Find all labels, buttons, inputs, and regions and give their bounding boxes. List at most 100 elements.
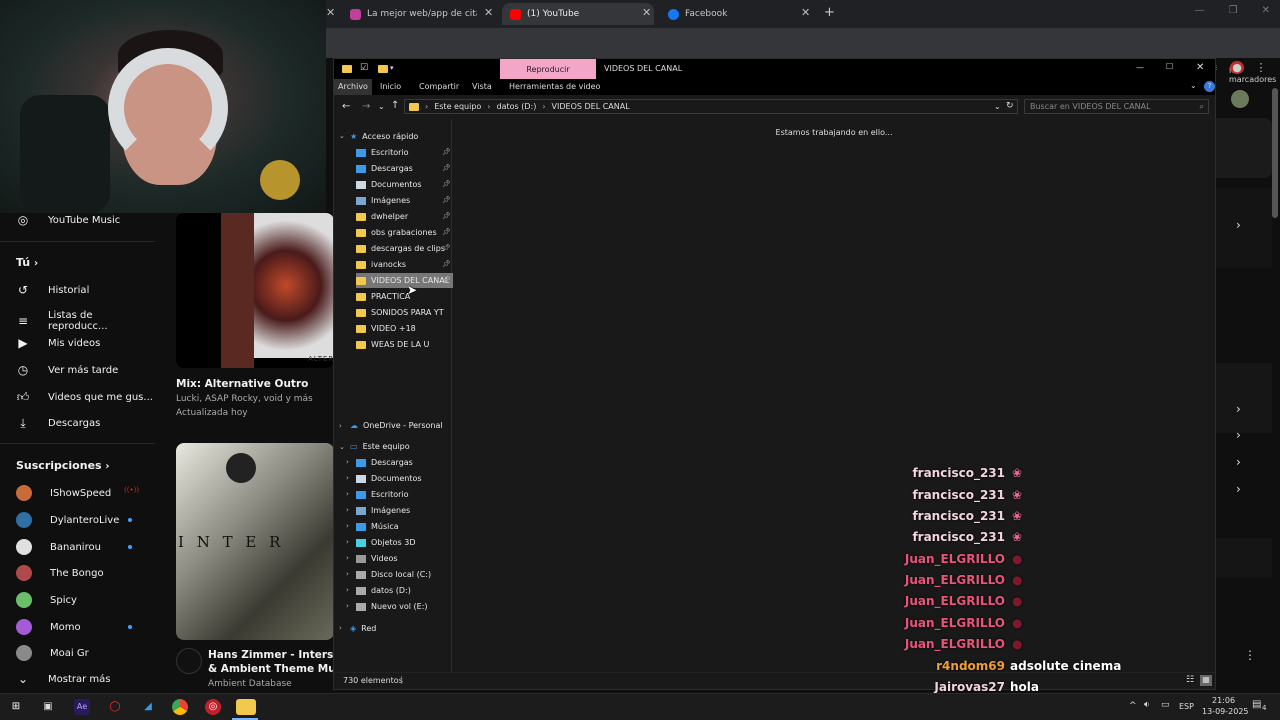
- nav-pc-item[interactable]: Imágenes: [356, 503, 410, 518]
- video-thumbnail[interactable]: ALTER: [176, 213, 334, 368]
- chevron-right-icon[interactable]: ›: [339, 422, 342, 430]
- file-list-pane[interactable]: Estamos trabajando en ello...: [453, 119, 1215, 674]
- chevron-right-icon[interactable]: ›: [339, 624, 342, 632]
- after-effects-icon[interactable]: Ae: [74, 699, 90, 715]
- chevron-right-icon[interactable]: ›: [346, 586, 349, 594]
- new-folder-icon[interactable]: [378, 65, 388, 73]
- nav-quick-item[interactable]: Escritorio: [356, 145, 409, 160]
- search-input[interactable]: Buscar en VIDEOS DEL CANAL ⌕: [1024, 99, 1209, 114]
- maximize-icon[interactable]: ❐: [1229, 5, 1238, 16]
- sidebar-item-youtube-music[interactable]: ◎ YouTube Music: [16, 213, 121, 227]
- video-thumbnail[interactable]: I N T E R: [176, 443, 334, 640]
- nav-pc-item[interactable]: Nuevo vol (E:): [356, 599, 428, 614]
- scrollbar[interactable]: [1272, 88, 1278, 218]
- properties-icon[interactable]: ☑: [360, 63, 368, 73]
- windows-start-icon[interactable]: ⊞: [8, 699, 24, 715]
- pin-icon[interactable]: 📌︎: [442, 244, 451, 252]
- chevron-right-icon[interactable]: ›: [1236, 402, 1241, 416]
- sidebar-item-liked[interactable]: 👍︎ Videos que me gus...: [16, 390, 153, 404]
- close-icon[interactable]: ✕: [1196, 62, 1204, 73]
- close-icon[interactable]: ✕: [642, 6, 651, 19]
- nav-quick-item[interactable]: SONIDOS PARA YT: [356, 305, 444, 320]
- sidebar-item-sub[interactable]: The Bongo: [16, 565, 104, 581]
- chevron-right-icon[interactable]: ›: [346, 458, 349, 466]
- ribbon-tab-inicio[interactable]: Inicio: [380, 82, 401, 91]
- large-icons-view-icon[interactable]: ▦: [1200, 675, 1212, 686]
- nav-pc-item[interactable]: datos (D:): [356, 583, 411, 598]
- refresh-icon[interactable]: ↻: [1006, 101, 1014, 111]
- nav-pc-item[interactable]: Disco local (C:): [356, 567, 431, 582]
- chevron-right-icon[interactable]: ›: [346, 538, 349, 546]
- section-you[interactable]: Tú ›: [16, 256, 38, 269]
- chevron-right-icon[interactable]: ›: [1236, 482, 1241, 496]
- close-icon[interactable]: ✕: [1262, 5, 1270, 16]
- nav-quick-item[interactable]: Imágenes: [356, 193, 410, 208]
- nav-quick-item[interactable]: PRACTICA: [356, 289, 410, 304]
- chevron-up-icon[interactable]: ^: [1129, 701, 1137, 711]
- sidebar-item-sub[interactable]: Momo: [16, 619, 81, 635]
- sidebar-item-sub[interactable]: DylanteroLive: [16, 512, 119, 528]
- back-icon[interactable]: ←: [342, 101, 350, 112]
- forward-icon[interactable]: →: [362, 101, 370, 112]
- menu-icon[interactable]: ⋮: [1254, 61, 1268, 74]
- chevron-down-icon[interactable]: ⌄: [378, 102, 385, 111]
- nav-quick-item[interactable]: ivanocks: [356, 257, 406, 272]
- pin-icon[interactable]: 📌︎: [442, 228, 451, 236]
- close-icon[interactable]: ✕: [801, 6, 810, 19]
- chevron-right-icon[interactable]: ›: [346, 474, 349, 482]
- pin-icon[interactable]: 📌︎: [442, 180, 451, 188]
- section-subscriptions[interactable]: Suscripciones ›: [16, 459, 110, 472]
- pin-icon[interactable]: 📌︎: [442, 164, 451, 172]
- clock-date[interactable]: 13-09-2025: [1202, 707, 1249, 716]
- breadcrumb-item[interactable]: VIDEOS DEL CANAL: [552, 102, 630, 111]
- pin-icon[interactable]: 📌︎: [442, 276, 451, 284]
- ribbon-tab-archivo[interactable]: Archivo: [334, 79, 372, 95]
- pin-icon[interactable]: 📌︎: [442, 148, 451, 156]
- minimize-icon[interactable]: —: [1195, 5, 1205, 16]
- pin-icon[interactable]: 📌︎: [442, 196, 451, 204]
- close-icon[interactable]: ✕: [326, 6, 335, 19]
- tab-play[interactable]: Reproducir: [500, 59, 596, 79]
- chrome-icon[interactable]: [172, 699, 188, 715]
- chevron-down-icon[interactable]: ⌄: [339, 443, 345, 451]
- volume-icon[interactable]: 🔉︎: [1144, 700, 1150, 710]
- chevron-right-icon[interactable]: ›: [1236, 428, 1241, 442]
- ribbon-tab-compartir[interactable]: Compartir: [419, 82, 459, 91]
- app-icon[interactable]: ◢: [140, 699, 156, 715]
- ribbon-tab-video-tools[interactable]: Herramientas de video: [509, 82, 600, 91]
- tab-youtube[interactable]: (1) YouTube: [502, 3, 654, 25]
- nav-network[interactable]: ◈ Red: [350, 621, 376, 636]
- avatar[interactable]: [1231, 90, 1249, 108]
- address-bar[interactable]: › Este equipo › datos (D:) › VIDEOS DEL …: [404, 99, 1018, 114]
- sidebar-item-downloads[interactable]: ⤓ Descargas: [16, 416, 100, 430]
- chevron-right-icon[interactable]: ›: [1236, 218, 1241, 232]
- nav-quick-item[interactable]: Descargas: [356, 161, 413, 176]
- nav-quick-item[interactable]: VIDEOS DEL CANAL: [356, 273, 456, 288]
- nav-pc-item[interactable]: Escritorio: [356, 487, 409, 502]
- pin-icon[interactable]: 📌︎: [442, 212, 451, 220]
- chevron-down-icon[interactable]: ▾: [390, 64, 394, 72]
- nav-quick-item[interactable]: dwhelper: [356, 209, 408, 224]
- sidebar-item-playlists[interactable]: ≡ Listas de reproducc...: [16, 310, 155, 332]
- maximize-icon[interactable]: ☐: [1166, 62, 1173, 71]
- nav-quick-item[interactable]: VIDEO +18: [356, 321, 416, 336]
- nav-quick-item[interactable]: obs grabaciones: [356, 225, 437, 240]
- nav-pc-item[interactable]: Documentos: [356, 471, 422, 486]
- sidebar-item-sub[interactable]: Spicy: [16, 592, 77, 608]
- minimize-icon[interactable]: —: [1136, 63, 1144, 72]
- sidebar-item-sub[interactable]: Bananirou: [16, 539, 101, 555]
- breadcrumb-item[interactable]: datos (D:): [497, 102, 537, 111]
- video-title[interactable]: & Ambient Theme Music): [208, 663, 335, 675]
- nav-pc-item[interactable]: Descargas: [356, 455, 413, 470]
- new-tab-button[interactable]: +: [824, 5, 835, 20]
- task-view-icon[interactable]: ▣: [40, 699, 56, 715]
- show-more-button[interactable]: ⌄ Mostrar más: [16, 672, 111, 686]
- details-view-icon[interactable]: ☷: [1186, 675, 1194, 685]
- avatar[interactable]: [176, 648, 202, 674]
- chevron-down-icon[interactable]: ⌄: [994, 102, 1001, 111]
- language-indicator[interactable]: ESP: [1179, 702, 1194, 711]
- obs-icon[interactable]: ◎: [205, 699, 221, 715]
- file-explorer-icon[interactable]: [236, 699, 256, 715]
- sidebar-item-sub[interactable]: IShowSpeed: [16, 485, 111, 501]
- sidebar-item-watch-later[interactable]: ◷ Ver más tarde: [16, 363, 119, 377]
